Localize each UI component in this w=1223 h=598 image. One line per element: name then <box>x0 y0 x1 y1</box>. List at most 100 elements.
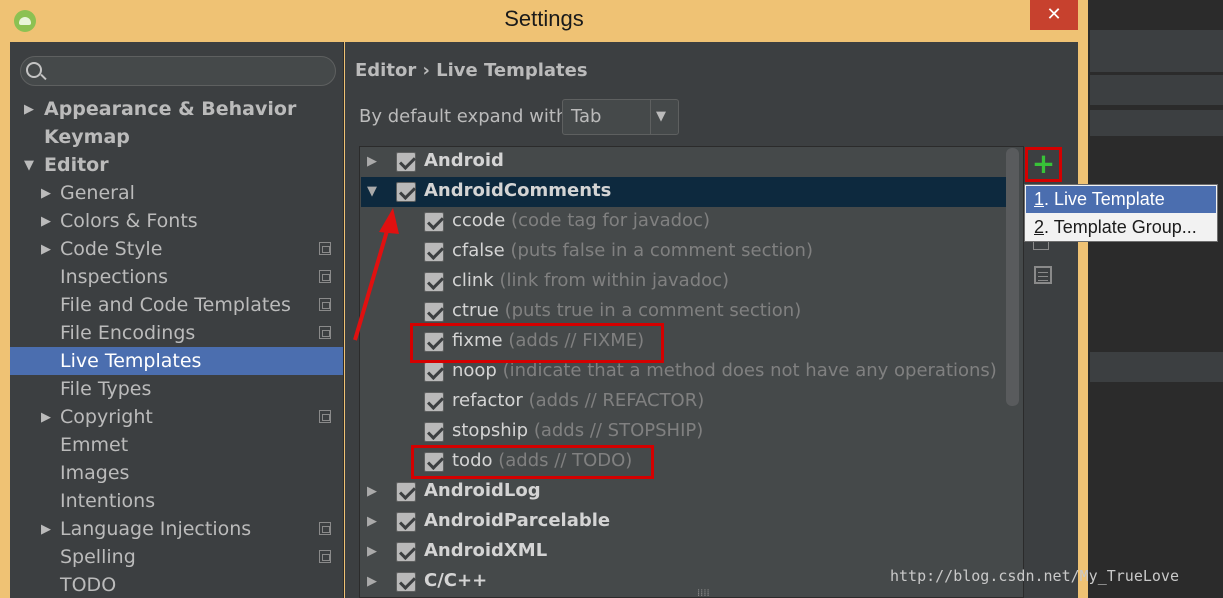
annotation-arrow <box>353 208 399 341</box>
search-input[interactable] <box>20 56 336 86</box>
add-button[interactable]: + <box>1025 147 1062 182</box>
sidebar-item-label: Spelling <box>60 546 136 568</box>
sidebar-item-label: File and Code Templates <box>60 294 291 316</box>
sidebar-item-general[interactable]: ▶ General <box>10 179 343 207</box>
template-abbreviation: noop <box>452 360 497 381</box>
chevron-right-icon[interactable]: ▶ <box>367 544 377 559</box>
template-description: (puts false in a comment section) <box>510 240 813 261</box>
template-group-row[interactable]: ▼ AndroidComments <box>361 177 1007 207</box>
highlight-box <box>411 445 654 479</box>
expand-with-value: Tab <box>571 106 602 127</box>
chevron-right-icon[interactable]: ▶ <box>367 574 377 589</box>
sidebar-item-live-templates[interactable]: Live Templates <box>10 347 343 375</box>
chevron-right-icon[interactable]: ▶ <box>367 514 377 529</box>
project-settings-icon <box>319 410 331 423</box>
resize-grip-icon[interactable]: ⁞⁞⁞⁞ <box>697 588 710 598</box>
sidebar-item-label: Appearance & Behavior <box>44 98 297 120</box>
chevron-right-icon[interactable]: ▶ <box>41 236 51 264</box>
sidebar-item-label: Code Style <box>60 238 163 260</box>
expand-with-select[interactable]: Tab ▼ <box>562 99 679 135</box>
arrow-head <box>379 208 399 234</box>
chevron-right-icon[interactable]: ▶ <box>41 516 51 544</box>
chevron-down-icon[interactable]: ▼ <box>24 152 34 180</box>
template-checkbox[interactable] <box>424 212 444 232</box>
menu-item-mnemonic: 1 <box>1034 189 1045 209</box>
sidebar-item-images[interactable]: Images <box>10 459 343 487</box>
group-name: AndroidXML <box>424 540 548 561</box>
title-bar[interactable]: Settings ✕ <box>0 0 1088 42</box>
search-icon <box>26 62 42 78</box>
chevron-right-icon[interactable]: ▶ <box>41 208 51 236</box>
templates-scrollbar[interactable] <box>1006 148 1019 406</box>
template-checkbox[interactable] <box>424 422 444 442</box>
group-checkbox[interactable] <box>396 152 416 172</box>
sidebar-item-editor[interactable]: ▼ Editor <box>10 151 343 179</box>
menu-item-template-group[interactable]: 2. Template Group... <box>1026 214 1216 241</box>
sidebar-item-colors-fonts[interactable]: ▶ Colors & Fonts <box>10 207 343 235</box>
project-settings-icon <box>319 550 331 563</box>
group-checkbox[interactable] <box>396 182 416 202</box>
template-description: (adds // STOPSHIP) <box>533 420 704 441</box>
sidebar-item-label: File Types <box>60 378 152 400</box>
watermark: http://blog.csdn.net/My_TrueLove <box>890 567 1179 585</box>
template-row[interactable]: ccode (code tag for javadoc) <box>361 207 1007 237</box>
sidebar-item-todo[interactable]: TODO <box>10 571 343 598</box>
chevron-right-icon[interactable]: ▶ <box>41 180 51 208</box>
template-description: (adds // REFACTOR) <box>528 390 705 411</box>
template-group-row[interactable]: ▶ AndroidXML <box>361 537 1007 567</box>
sidebar-item-language-injections[interactable]: ▶ Language Injections <box>10 515 343 543</box>
sidebar-item-emmet[interactable]: Emmet <box>10 431 343 459</box>
template-checkbox[interactable] <box>424 272 444 292</box>
template-description: (puts true in a comment section) <box>504 300 802 321</box>
sidebar-item-label: Emmet <box>60 434 129 456</box>
group-name: AndroidComments <box>424 180 612 201</box>
sidebar-item-keymap[interactable]: Keymap <box>10 123 343 151</box>
sidebar-item-label: File Encodings <box>60 322 196 344</box>
document-icon[interactable] <box>1034 266 1052 284</box>
template-row[interactable]: cfalse (puts false in a comment section) <box>361 237 1007 267</box>
chevron-right-icon[interactable]: ▶ <box>367 484 377 499</box>
template-abbreviation: refactor <box>452 390 523 411</box>
template-group-row[interactable]: ▶ AndroidParcelable <box>361 507 1007 537</box>
close-button[interactable]: ✕ <box>1030 0 1078 30</box>
group-checkbox[interactable] <box>396 572 416 592</box>
template-group-row[interactable]: ▶ Android <box>361 147 1007 177</box>
chevron-right-icon[interactable]: ▶ <box>41 404 51 432</box>
template-checkbox[interactable] <box>424 392 444 412</box>
chevron-right-icon[interactable]: ▶ <box>367 154 377 169</box>
sidebar-item-code-style[interactable]: ▶ Code Style <box>10 235 343 263</box>
template-checkbox[interactable] <box>424 362 444 382</box>
sidebar-item-file-encodings[interactable]: File Encodings <box>10 319 343 347</box>
template-description: (indicate that a method does not have an… <box>502 360 997 381</box>
sidebar-item-appearance-behavior[interactable]: ▶ Appearance & Behavior <box>10 95 343 123</box>
group-checkbox[interactable] <box>396 542 416 562</box>
sidebar-item-file-types[interactable]: File Types <box>10 375 343 403</box>
template-row[interactable]: stopship (adds // STOPSHIP) <box>361 417 1007 447</box>
sidebar-item-label: TODO <box>60 574 117 596</box>
template-row[interactable]: refactor (adds // REFACTOR) <box>361 387 1007 417</box>
project-settings-icon <box>319 298 331 311</box>
group-checkbox[interactable] <box>396 482 416 502</box>
background-panel <box>1090 75 1223 105</box>
project-settings-icon <box>319 242 331 255</box>
template-checkbox[interactable] <box>424 242 444 262</box>
sidebar-item-label: Colors & Fonts <box>60 210 198 232</box>
chevron-down-icon[interactable]: ▼ <box>367 184 377 199</box>
expand-with-label: By default expand with <box>359 106 568 127</box>
sidebar-item-label: Keymap <box>44 126 130 148</box>
template-row[interactable]: clink (link from within javadoc) <box>361 267 1007 297</box>
chevron-down-icon: ▼ <box>656 109 666 124</box>
chevron-right-icon[interactable]: ▶ <box>24 96 34 124</box>
template-checkbox[interactable] <box>424 302 444 322</box>
group-name: Android <box>424 150 504 171</box>
add-popup-menu: 1. Live Template 2. Template Group... <box>1024 184 1218 242</box>
template-group-row[interactable]: ▶ AndroidLog <box>361 477 1007 507</box>
sidebar-item-inspections[interactable]: Inspections <box>10 263 343 291</box>
sidebar-item-intentions[interactable]: Intentions <box>10 487 343 515</box>
menu-item-live-template[interactable]: 1. Live Template <box>1026 186 1216 213</box>
project-settings-icon <box>319 522 331 535</box>
group-checkbox[interactable] <box>396 512 416 532</box>
sidebar-item-file-code-templates[interactable]: File and Code Templates <box>10 291 343 319</box>
sidebar-item-spelling[interactable]: Spelling <box>10 543 343 571</box>
sidebar-item-copyright[interactable]: ▶ Copyright <box>10 403 343 431</box>
